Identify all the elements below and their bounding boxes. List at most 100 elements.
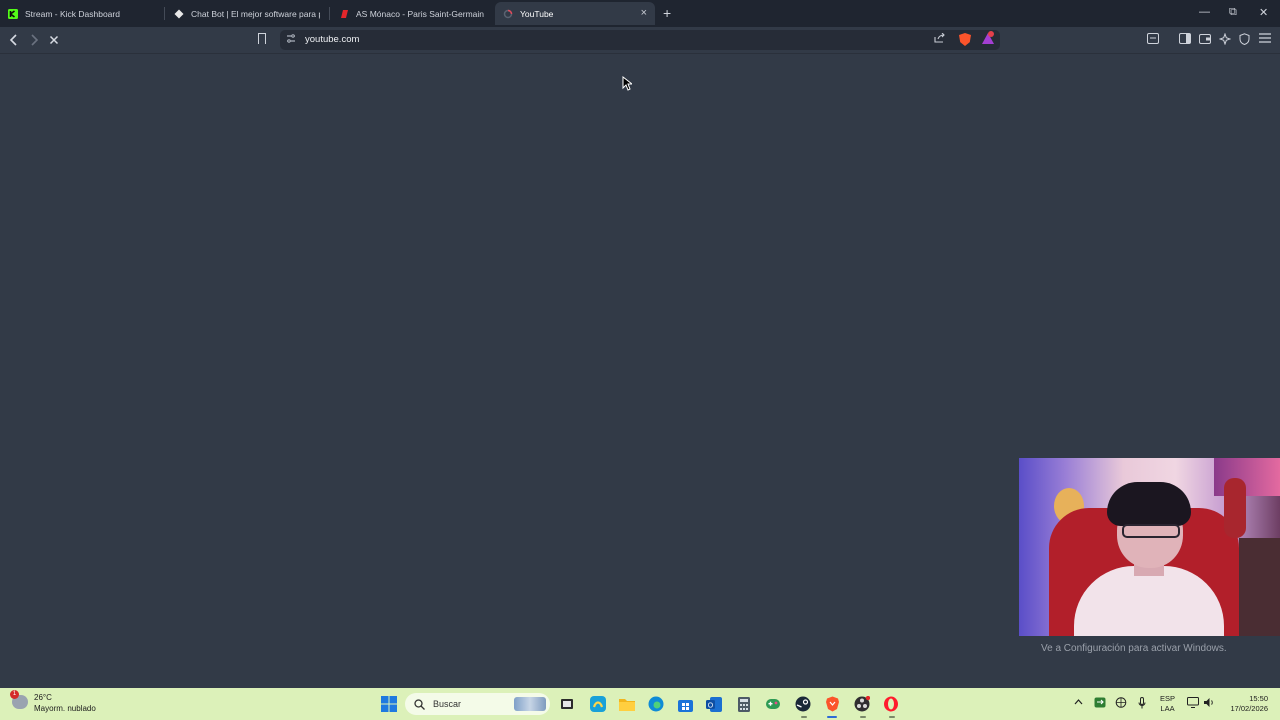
layout-code: LAA [1160,704,1175,713]
tab-title: YouTube [520,8,554,19]
xbox-app[interactable] [765,696,781,712]
restore-button[interactable]: ⧉ [1229,6,1237,19]
taskbar-search[interactable]: Buscar [405,693,550,715]
outlook-app[interactable]: O [706,696,722,712]
opera-icon [884,696,898,712]
tab-strip: Stream - Kick Dashboard Chat Bot | El me… [0,0,1280,27]
forward-button[interactable] [26,32,42,48]
svg-text:O: O [708,702,714,709]
copilot-app[interactable] [590,696,606,712]
file-explorer-app[interactable] [619,696,635,712]
kick-icon [8,8,18,19]
browser-toolbar: youtube.com [0,27,1280,54]
weather-desc: Mayorm. nublado [34,704,96,713]
clock-date: 17/02/2026 [1230,704,1268,713]
active-indicator [827,716,837,718]
input-language-indicator[interactable]: ESP LAA [1160,694,1175,714]
weather-temp: 26°C [34,693,52,702]
as-icon [339,9,349,19]
store-icon [677,699,693,712]
tab-title: Chat Bot | El mejor software para po [191,8,320,19]
system-clock[interactable]: 15:50 17/02/2026 [1224,694,1268,714]
obs-app[interactable] [854,696,870,712]
steam-icon [795,696,811,712]
rewards-badge [988,31,994,37]
bookmark-icon[interactable] [258,33,266,44]
weather-widget[interactable]: 1 26°C Mayorm. nublado [10,690,96,714]
tab-chat-bot[interactable]: Chat Bot | El mejor software para po [166,2,328,25]
task-view-icon [561,699,573,709]
steam-app[interactable] [795,696,811,712]
brave-lion-icon [825,696,839,712]
speaker-icon [1204,698,1213,707]
tab-as-monaco-psg[interactable]: AS Mónaco - Paris Saint-Germain Cu [331,2,493,25]
chevron-up-icon [1074,699,1083,705]
edge-app[interactable] [648,696,664,712]
share-icon[interactable] [934,32,945,46]
search-placeholder: Buscar [433,699,462,709]
tab-title: Stream - Kick Dashboard [25,8,120,19]
volume-tray-icon[interactable] [1203,697,1215,710]
person-hair [1107,482,1191,526]
running-indicator [860,716,866,718]
close-icon [49,35,59,45]
task-view-button[interactable] [559,696,575,712]
show-hidden-icons-button[interactable] [1074,697,1083,707]
copilot-icon [590,696,606,712]
windows-taskbar: 1 26°C Mayorm. nublado Buscar O ESP LAA … [0,688,1280,720]
sync-tray-icon[interactable] [1094,697,1106,710]
site-settings-icon[interactable] [286,34,296,45]
back-button[interactable] [6,32,22,48]
leo-ai-icon[interactable] [1218,32,1232,48]
tab-separator [329,7,330,20]
url-text: youtube.com [305,34,360,45]
chevron-right-icon [31,34,39,46]
close-window-button[interactable]: ✕ [1259,6,1268,19]
display-tray-icon[interactable] [1187,697,1199,710]
new-tab-button[interactable]: + [663,5,671,21]
address-bar[interactable]: youtube.com [280,30,1000,50]
clock-time: 15:50 [1249,694,1268,703]
microphone-icon [1138,697,1146,709]
search-highlight-icon [514,697,546,711]
sidebar-icon[interactable] [1179,33,1191,47]
monitor-icon [1187,697,1199,708]
menu-icon[interactable] [1259,33,1271,46]
loading-spinner-icon [503,9,513,19]
tab-youtube[interactable]: YouTube × [495,2,655,25]
tab-separator [164,7,165,20]
activate-windows-watermark: Ve a Configuración para activar Windows. [1041,643,1227,654]
brave-app[interactable] [824,696,840,712]
network-tray-icon[interactable] [1115,697,1127,710]
tab-kick-dashboard[interactable]: Stream - Kick Dashboard [0,2,163,25]
reading-list-icon[interactable] [1147,33,1159,47]
vpn-icon[interactable] [1239,33,1250,48]
running-indicator [889,716,895,718]
calculator-icon [738,696,750,712]
calculator-app[interactable] [736,696,752,712]
opera-app[interactable] [883,696,899,712]
microphone-tray-icon[interactable] [1138,697,1146,711]
wallet-icon[interactable] [1199,33,1211,47]
tab-close-button[interactable]: × [641,7,647,19]
shelf [1239,538,1280,636]
botrix-icon [174,9,184,19]
brave-shields-icon[interactable] [959,33,971,46]
game-controller-icon [766,699,780,709]
webcam-overlay [1019,458,1280,636]
outlook-icon: O [706,696,722,712]
chevron-left-icon [9,34,17,46]
minimize-button[interactable]: — [1199,6,1210,18]
figure [1224,478,1246,538]
tab-title: AS Mónaco - Paris Saint-Germain Cu [356,8,485,19]
cloud-icon: 1 [10,690,28,709]
mouse-cursor-icon [622,76,632,91]
search-icon [414,698,425,710]
folder-icon [619,699,635,711]
obs-icon [854,696,870,712]
edge-icon [648,696,664,712]
start-button[interactable] [381,696,397,712]
store-app[interactable] [677,696,693,712]
stop-loading-button[interactable] [46,32,62,48]
glasses [1122,524,1180,538]
